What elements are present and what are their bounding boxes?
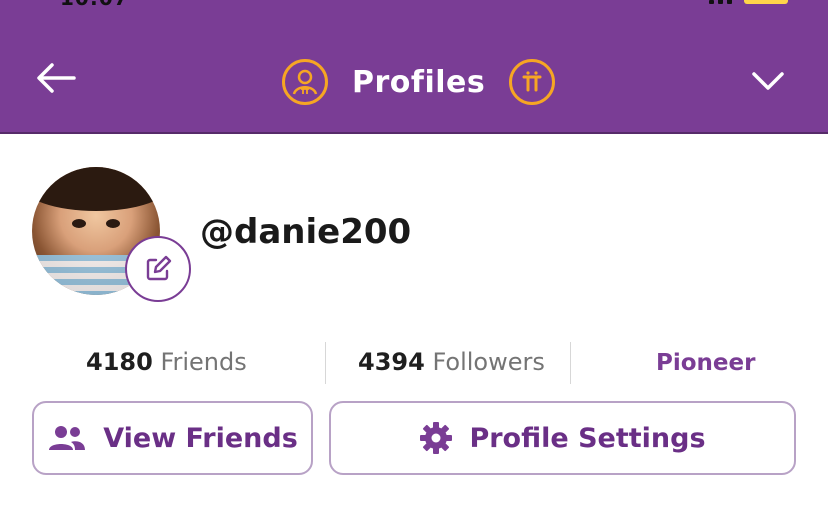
header-bar: Profiles	[0, 6, 828, 134]
signal-bar	[727, 0, 732, 4]
avatar-eye	[106, 219, 120, 228]
menu-toggle-button[interactable]	[748, 66, 788, 96]
followers-label: Followers	[432, 348, 545, 376]
people-icon	[49, 426, 86, 450]
profile-stats: 4180 Friends 4394 Followers Pioneer	[0, 342, 828, 388]
battery-icon	[744, 0, 788, 4]
edit-avatar-button[interactable]	[125, 236, 191, 302]
edit-pencil-icon	[146, 255, 172, 281]
followers-stat[interactable]: 4394 Followers	[358, 348, 545, 376]
view-friends-button[interactable]: View Friends	[32, 401, 313, 475]
user-pi-icon	[282, 59, 328, 105]
profile-settings-button[interactable]: Profile Settings	[329, 401, 796, 475]
signal-bar	[718, 0, 723, 4]
friends-label: Friends	[160, 348, 247, 376]
avatar-eye	[72, 219, 86, 228]
view-friends-label: View Friends	[103, 422, 298, 454]
stat-divider	[570, 342, 571, 384]
stat-divider	[325, 342, 326, 384]
signal-bar	[709, 0, 714, 4]
role-badge[interactable]: Pioneer	[656, 350, 755, 376]
followers-count: 4394	[358, 348, 425, 376]
header-title-group: Profiles	[282, 54, 556, 110]
page-title: Profiles	[352, 64, 486, 100]
chevron-down-icon	[752, 72, 784, 90]
friends-count: 4180	[86, 348, 153, 376]
avatar-hair	[32, 167, 160, 211]
back-arrow-icon	[37, 63, 76, 93]
pi-coin-icon	[509, 59, 556, 105]
status-indicators	[709, 0, 788, 4]
friends-stat[interactable]: 4180 Friends	[86, 348, 247, 376]
gear-icon	[420, 422, 453, 454]
header-divider	[0, 132, 828, 134]
profile-settings-label: Profile Settings	[469, 422, 706, 454]
username: @danie200	[200, 212, 412, 252]
back-button[interactable]	[34, 60, 78, 96]
